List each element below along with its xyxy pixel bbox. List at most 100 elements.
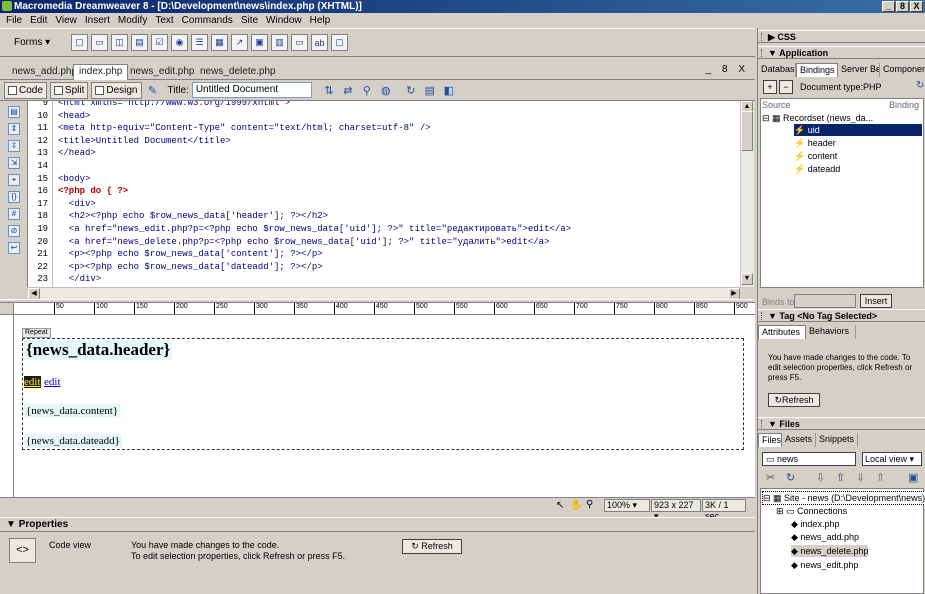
tag-refresh-button[interactable]: ↻Refresh (768, 393, 820, 407)
menu-view[interactable]: View (51, 15, 81, 26)
properties-refresh-button[interactable]: ↻ Refresh (402, 539, 462, 554)
ruler-origin[interactable] (0, 303, 14, 315)
view-options-icon[interactable]: ▤ (422, 82, 438, 98)
design-edit-link[interactable]: edit (24, 376, 41, 388)
minimize-button[interactable]: _ (882, 1, 895, 12)
binding-field[interactable]: ⚡ uid (794, 124, 922, 136)
menu-commands[interactable]: Commands (178, 15, 237, 26)
tab-databases[interactable]: Databases (758, 63, 796, 77)
checkbox-icon[interactable]: ☑ (151, 34, 168, 51)
tab-snippets[interactable]: Snippets (816, 433, 858, 447)
word-wrap-icon[interactable]: ↩ (8, 242, 20, 254)
design-content-binding[interactable]: {news_data.content} (24, 404, 121, 418)
properties-panel-header[interactable]: ▼ Properties (0, 517, 755, 531)
application-panel-header[interactable]: ▼ Application (758, 46, 925, 59)
menu-text[interactable]: Text (151, 15, 177, 26)
file-field-icon[interactable]: ▥ (271, 34, 288, 51)
expand-files-icon[interactable]: ▣ (908, 471, 918, 484)
balance-braces-icon[interactable]: {} (8, 191, 20, 203)
put-files-icon[interactable]: ⇧ (836, 471, 845, 484)
select-tool-icon[interactable]: ↖ (556, 500, 564, 511)
menu-file[interactable]: File (2, 15, 26, 26)
highlight-invalid-icon[interactable]: ⊘ (8, 225, 20, 237)
tab-behaviors[interactable]: Behaviors (806, 325, 856, 339)
list-menu-icon[interactable]: ▦ (211, 34, 228, 51)
zoom-tool-icon[interactable]: ⚲ (586, 499, 593, 510)
button-icon[interactable]: ▭ (291, 34, 308, 51)
site-root-node[interactable]: ⊟ ▦ Site - news (D:\Development\news) (762, 491, 925, 505)
tab-index[interactable]: index.php (73, 64, 129, 80)
zoom-select[interactable]: 100% ▾ (604, 499, 650, 512)
view-select[interactable]: Local view ▾ (862, 452, 922, 466)
debug-icon[interactable]: ⚲ (359, 82, 375, 98)
tab-files[interactable]: Files (758, 433, 782, 447)
design-view-button[interactable]: Design (91, 81, 142, 99)
design-edit-link[interactable]: edit (44, 376, 61, 388)
hidden-field-icon[interactable]: ◫ (111, 34, 128, 51)
file-tree-item[interactable]: ◆ news_add.php (791, 531, 859, 543)
tab-components[interactable]: Componer (880, 63, 925, 77)
file-tree-item[interactable]: ◆ news_edit.php (791, 559, 858, 571)
refresh-files-icon[interactable]: ↻ (786, 471, 795, 484)
menu-site[interactable]: Site (237, 15, 262, 26)
hand-tool-icon[interactable]: ✋ (570, 500, 582, 511)
menu-window[interactable]: Window (262, 15, 306, 26)
binding-field[interactable]: ⚡ content (794, 150, 837, 162)
refresh-icon[interactable]: ↻ (916, 80, 924, 91)
tab-news-edit[interactable]: news_edit.php (125, 65, 200, 80)
browser-globe-icon[interactable]: ◍ (378, 82, 394, 98)
collapse-selection-icon[interactable]: ⇳ (8, 140, 20, 152)
menu-insert[interactable]: Insert (81, 15, 114, 26)
file-tree-item[interactable]: ⊞ ▭ Connections (776, 505, 847, 517)
files-panel-header[interactable]: ▼ Files (758, 417, 925, 430)
label-icon[interactable]: ab (311, 34, 328, 51)
css-panel-header[interactable]: ▶ CSS (758, 30, 925, 43)
image-field-icon[interactable]: ▣ (251, 34, 268, 51)
scroll-down-arrow-icon[interactable]: ▼ (741, 273, 753, 285)
textarea-icon[interactable]: ▤ (131, 34, 148, 51)
document-title-input[interactable]: Untitled Document (191, 82, 312, 98)
preview-icon[interactable]: ⇄ (340, 82, 356, 98)
code-view-button[interactable]: Code (4, 81, 47, 99)
document-window-controls[interactable]: _ 8 X (706, 64, 749, 75)
add-binding-button[interactable]: + (763, 80, 777, 94)
check-out-icon[interactable]: ⇓ (856, 471, 865, 484)
window-size-select[interactable]: 923 x 227 ▾ (651, 499, 701, 521)
code-horizontal-scrollbar[interactable]: ◀ ▶ (28, 287, 740, 300)
collapse-full-tag-icon[interactable]: ⇕ (8, 123, 20, 135)
form-icon[interactable]: ▢ (71, 34, 88, 51)
insert-binding-button[interactable]: Insert (860, 294, 892, 308)
open-documents-icon[interactable]: ▤ (8, 106, 20, 118)
tab-news-add[interactable]: news_add.php (7, 65, 82, 80)
design-dateadd-binding[interactable]: {news_data.dateadd} (24, 434, 122, 448)
tab-attributes[interactable]: Attributes (758, 325, 806, 339)
insert-category-dropdown[interactable]: Forms ▾ (6, 37, 68, 48)
site-select[interactable]: ▭ news (762, 452, 856, 466)
visual-aids-icon[interactable]: ◧ (441, 82, 457, 98)
tab-server-behaviors[interactable]: Server Be (838, 63, 880, 77)
select-parent-tag-icon[interactable]: ⌖ (8, 174, 20, 186)
live-data-icon[interactable]: ✎ (145, 82, 161, 98)
binding-field[interactable]: ⚡ header (794, 137, 836, 149)
menu-help[interactable]: Help (306, 15, 335, 26)
expand-all-icon[interactable]: ⇲ (8, 157, 20, 169)
tab-bindings[interactable]: Bindings (796, 63, 838, 77)
remove-binding-button[interactable]: − (779, 80, 793, 94)
connect-icon[interactable]: ✂ (766, 471, 775, 484)
tab-news-delete[interactable]: news_delete.php (195, 65, 281, 80)
scroll-thumb[interactable] (741, 111, 753, 151)
code-editor[interactable]: <html xmlns="http://www.w3.org/1999/xhtm… (53, 101, 740, 287)
text-field-icon[interactable]: ▭ (91, 34, 108, 51)
file-management-icon[interactable]: ⇅ (321, 82, 337, 98)
close-button[interactable]: X (910, 1, 923, 12)
tag-panel-header[interactable]: ▼ Tag <No Tag Selected> (758, 309, 925, 322)
radio-group-icon[interactable]: ☰ (191, 34, 208, 51)
file-tree-item[interactable]: ◆ index.php (791, 518, 839, 530)
split-view-button[interactable]: Split (49, 81, 89, 99)
recordset-node[interactable]: ⊟ ▦ Recordset (news_da... (762, 112, 873, 124)
get-files-icon[interactable]: ⇩ (816, 471, 825, 484)
line-numbers-icon[interactable]: # (8, 208, 20, 220)
radio-button-icon[interactable]: ◉ (171, 34, 188, 51)
design-header-binding[interactable]: {news_data.header} (24, 340, 173, 360)
tab-assets[interactable]: Assets (782, 433, 816, 447)
